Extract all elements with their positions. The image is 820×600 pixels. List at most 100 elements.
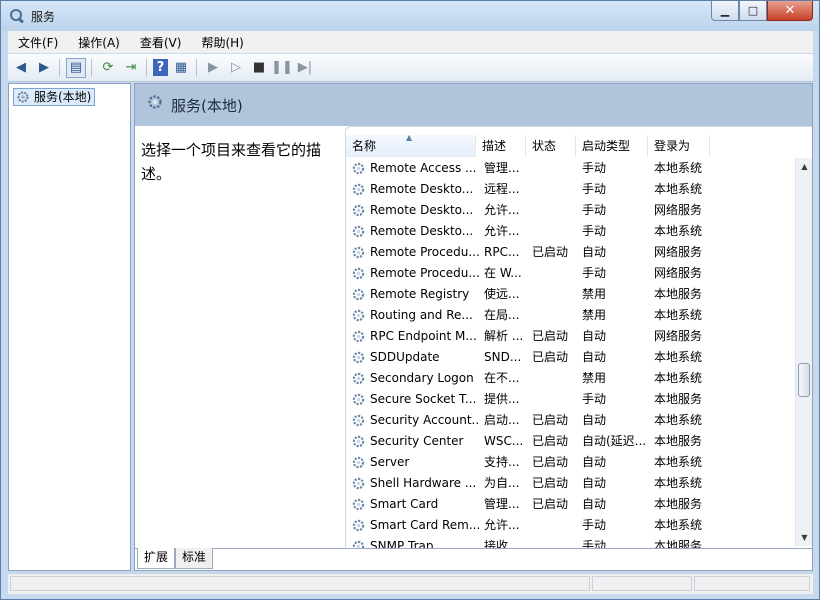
table-cell: Remote Procedu...	[370, 245, 480, 259]
table-row[interactable]: Smart Card 管理... 已启动 自动 本地服务	[346, 494, 796, 515]
table-cell: 提供...	[484, 392, 520, 406]
table-cell: Security Account...	[370, 413, 480, 427]
menu-file[interactable]: 文件(F)	[8, 34, 68, 51]
service-gear-icon	[352, 330, 365, 343]
stop-service-icon[interactable]: ■	[249, 58, 269, 78]
table-row[interactable]: Remote Deskto... 允许... 手动 本地系统	[346, 221, 796, 242]
table-row[interactable]: Shell Hardware ... 为自... 已启动 自动 本地系统	[346, 473, 796, 494]
tab-standard[interactable]: 标准	[175, 548, 214, 569]
table-row[interactable]: Security Center WSC... 已启动 自动(延迟... 本地服务	[346, 431, 796, 452]
toolbar-separator	[59, 58, 60, 77]
table-row[interactable]: Remote Procedu... 在 W... 手动 网络服务	[346, 263, 796, 284]
table-cell: 手动	[582, 182, 607, 196]
export-list-icon[interactable]: ⇥	[121, 58, 141, 78]
back-arrow-icon[interactable]: ◀	[11, 58, 31, 78]
table-cell: 在 W...	[484, 266, 522, 280]
table-cell: 已启动	[532, 476, 569, 490]
pause-service-icon[interactable]: ❚❚	[271, 58, 293, 78]
table-row[interactable]: Server 支持... 已启动 自动 本地系统	[346, 452, 796, 473]
table-cell: SND...	[484, 350, 522, 364]
table-cell: 在局...	[484, 308, 520, 322]
service-gear-icon	[352, 267, 365, 280]
table-cell: 已启动	[532, 455, 569, 469]
table-cell: SDDUpdate	[370, 350, 440, 364]
scroll-down-icon[interactable]: ▼	[796, 529, 812, 546]
start-service-icon[interactable]: ▶	[203, 58, 223, 78]
table-cell: 自动	[582, 497, 607, 511]
menu-view[interactable]: 查看(V)	[130, 34, 192, 51]
help-icon[interactable]: ?	[153, 59, 168, 76]
table-row[interactable]: SDDUpdate SND... 已启动 自动 本地系统	[346, 347, 796, 368]
start-service-alt-icon[interactable]: ▷	[226, 58, 246, 78]
scrollbar-thumb[interactable]	[798, 363, 810, 397]
forward-arrow-icon[interactable]: ▶	[34, 58, 54, 78]
table-row[interactable]: Secure Socket T... 提供... 手动 本地服务	[346, 389, 796, 410]
table-cell: 手动	[582, 266, 607, 280]
vertical-scrollbar[interactable]: ▲ ▼	[795, 158, 812, 546]
service-gear-icon	[352, 456, 365, 469]
menu-action[interactable]: 操作(A)	[68, 34, 130, 51]
table-cell: Server	[370, 455, 410, 469]
maximize-button[interactable]: □	[739, 1, 767, 21]
tab-extended[interactable]: 扩展	[137, 548, 176, 569]
column-header-log-on-as[interactable]: 登录为	[648, 135, 710, 157]
table-row[interactable]: Smart Card Rem... 允许... 手动 本地系统	[346, 515, 796, 536]
close-icon: ✕	[784, 3, 796, 18]
table-row[interactable]: Remote Registry 使远... 禁用 本地服务	[346, 284, 796, 305]
column-label: 名称	[352, 139, 377, 153]
table-cell: 已启动	[532, 350, 569, 364]
table-row[interactable]: RPC Endpoint M... 解析 ... 已启动 自动 网络服务	[346, 326, 796, 347]
menu-help[interactable]: 帮助(H)	[191, 34, 253, 51]
table-cell: 使远...	[484, 287, 520, 301]
minimize-button[interactable]: ▁	[711, 1, 739, 21]
close-button[interactable]: ✕	[767, 1, 813, 21]
refresh-icon[interactable]: ⟳	[98, 58, 118, 78]
table-row[interactable]: Routing and Re... 在局... 禁用 本地系统	[346, 305, 796, 326]
service-gear-icon	[352, 498, 365, 511]
scroll-up-icon[interactable]: ▲	[796, 158, 812, 175]
table-cell: 自动	[582, 245, 607, 259]
table-row[interactable]: Remote Deskto... 远程... 手动 本地系统	[346, 179, 796, 200]
table-cell: 已启动	[532, 434, 569, 448]
table-cell: Remote Procedu...	[370, 266, 480, 280]
status-segment	[592, 576, 692, 591]
service-gear-icon	[352, 435, 365, 448]
table-cell: 已启动	[532, 245, 569, 259]
table-row[interactable]: Remote Procedu... RPC... 已启动 自动 网络服务	[346, 242, 796, 263]
column-header-startup-type[interactable]: 启动类型	[576, 135, 648, 157]
column-label: 登录为	[654, 139, 691, 153]
service-gear-icon	[352, 414, 365, 427]
service-gear-icon	[352, 477, 365, 490]
table-cell: 自动	[582, 413, 607, 427]
table-cell: 禁用	[582, 371, 607, 385]
service-gear-icon	[352, 309, 365, 322]
tree-item-services-local[interactable]: 服务(本地)	[13, 88, 96, 106]
title-bar[interactable]: 服务 ▁ □ ✕	[1, 1, 819, 31]
table-row[interactable]: Remote Access ... 管理... 手动 本地系统	[346, 158, 796, 179]
properties-icon[interactable]: ▦	[171, 58, 191, 78]
status-bar	[8, 573, 813, 594]
table-cell: 管理...	[484, 497, 520, 511]
column-header-description[interactable]: 描述	[476, 135, 526, 157]
services-list[interactable]: ▲ 名称 描述 状态 启动类型 登录为 Remote Access ... 管理.…	[345, 126, 812, 549]
details-pane: 服务(本地) 选择一个项目来查看它的描述。 ▲ 名称 描述 状态 启动类型 登录…	[134, 83, 813, 571]
table-row[interactable]: Secondary Logon 在不... 禁用 本地系统	[346, 368, 796, 389]
show-hide-tree-icon[interactable]: ▤	[66, 57, 86, 78]
restart-service-icon[interactable]: ▶|	[295, 58, 315, 78]
table-cell: Remote Access ...	[370, 161, 477, 175]
column-label: 启动类型	[582, 139, 631, 153]
table-cell: 已启动	[532, 497, 569, 511]
table-row[interactable]: Remote Deskto... 允许... 手动 网络服务	[346, 200, 796, 221]
minimize-icon: ▁	[720, 4, 730, 17]
toolbar-separator	[146, 58, 147, 77]
table-row[interactable]: Security Account... 启动... 已启动 自动 本地系统	[346, 410, 796, 431]
column-header-status[interactable]: 状态	[526, 135, 576, 157]
table-cell: 本地服务	[654, 497, 703, 511]
toolbar-separator	[196, 58, 197, 77]
table-cell: 本地系统	[654, 350, 703, 364]
table-cell: 手动	[582, 161, 607, 175]
table-cell: 本地系统	[654, 476, 703, 490]
table-cell: 本地系统	[654, 455, 703, 469]
column-header-name[interactable]: ▲ 名称	[346, 133, 476, 157]
service-gear-icon	[352, 519, 365, 532]
